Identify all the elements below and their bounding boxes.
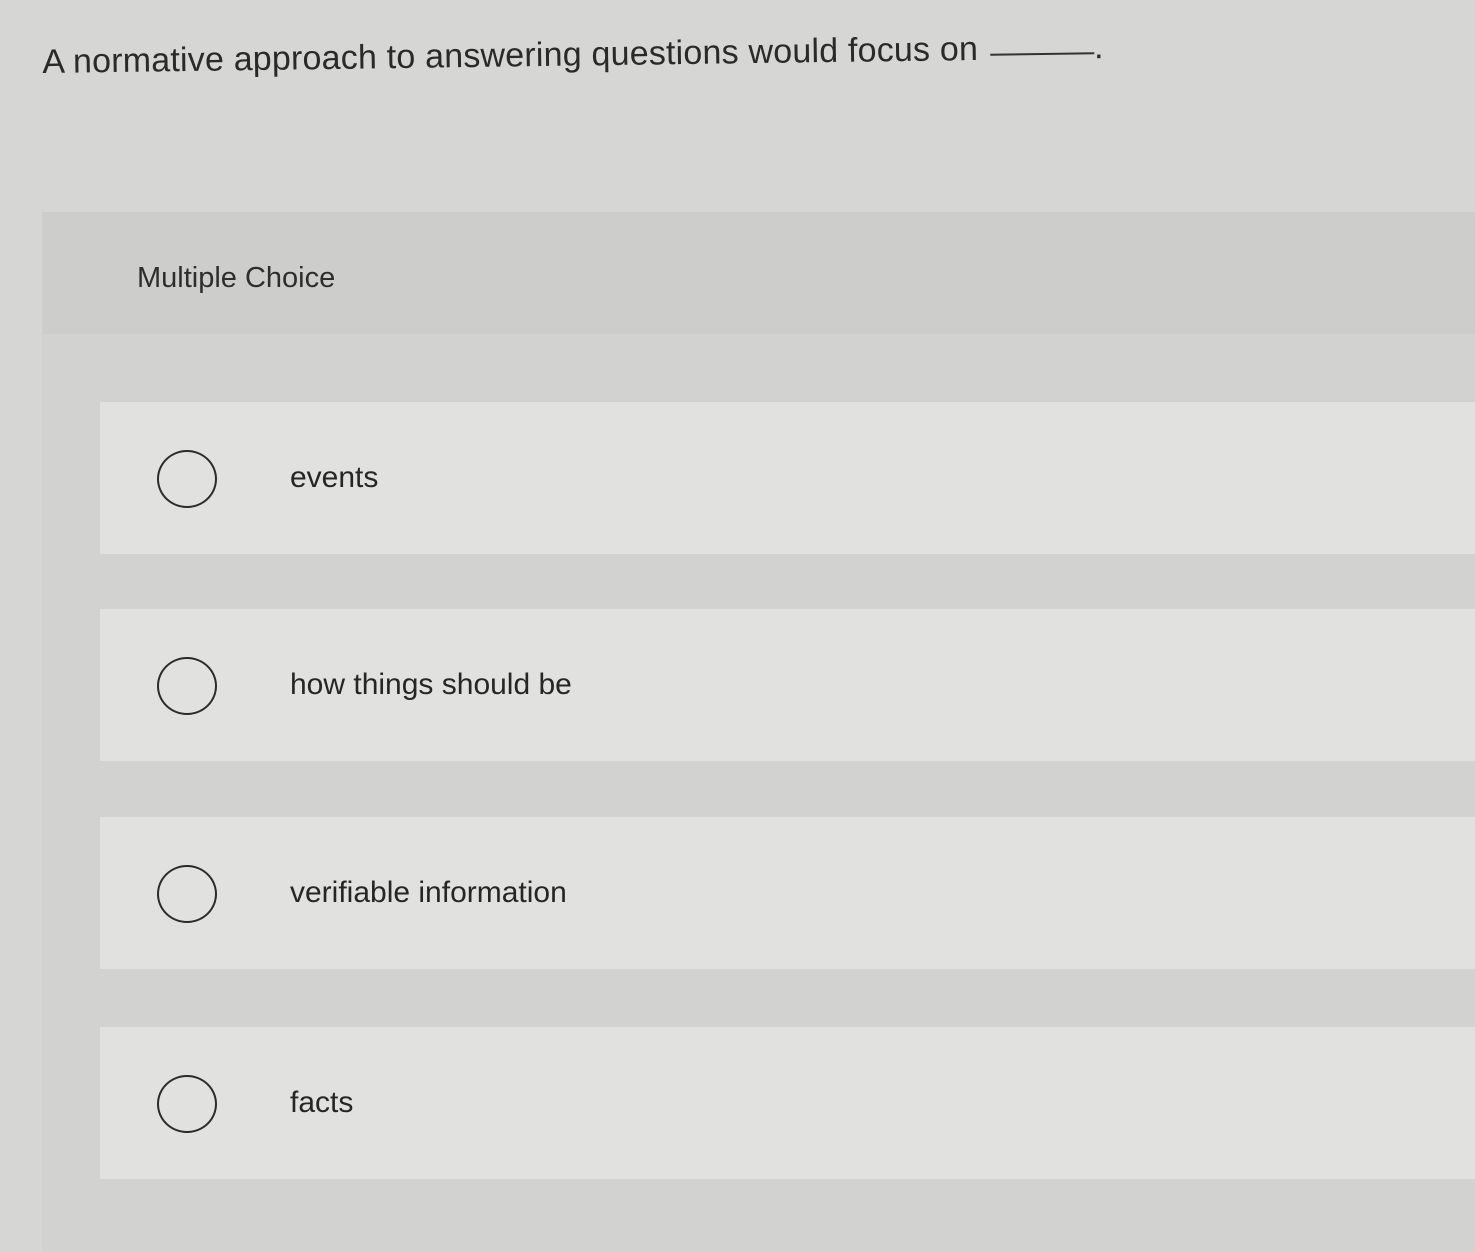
question-period: .	[1093, 28, 1104, 67]
choice-option-facts[interactable]: facts	[100, 1027, 1475, 1179]
multiple-choice-label: Multiple Choice	[137, 262, 336, 294]
choice-option-events[interactable]: events	[100, 402, 1475, 554]
choice-option-verifiable-information[interactable]: verifiable information	[100, 817, 1475, 969]
radio-button-icon[interactable]	[157, 865, 217, 923]
choice-label[interactable]: verifiable information	[290, 875, 567, 911]
multiple-choice-header: Multiple Choice	[42, 212, 1475, 334]
choice-label[interactable]: events	[290, 460, 378, 496]
answer-blank	[990, 52, 1095, 56]
choice-label[interactable]: how things should be	[290, 667, 572, 703]
question-text: A normative approach to answering questi…	[42, 29, 979, 81]
choice-option-how-things-should-be[interactable]: how things should be	[100, 609, 1475, 761]
radio-button-icon[interactable]	[157, 450, 217, 508]
radio-button-icon[interactable]	[157, 657, 217, 715]
question-prompt: A normative approach to answering questi…	[42, 23, 1242, 84]
radio-button-icon[interactable]	[157, 1075, 217, 1133]
choice-label[interactable]: facts	[290, 1085, 353, 1121]
multiple-choice-panel: Multiple Choice events how things should…	[42, 212, 1475, 1252]
